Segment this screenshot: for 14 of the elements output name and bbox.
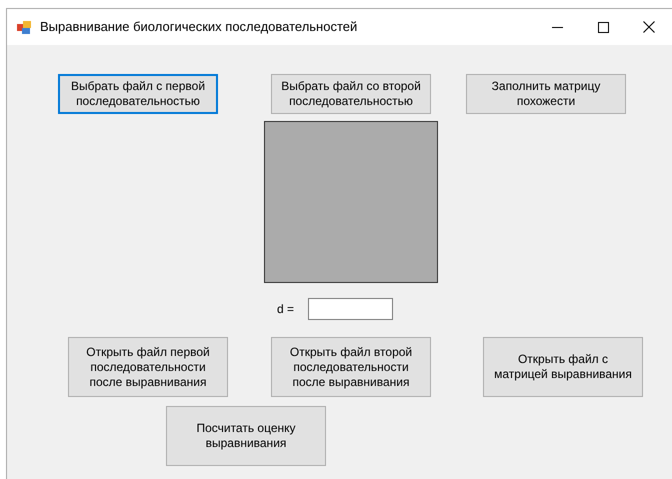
d-label: d = [277,301,294,318]
form-button[interactable]: Заполнить матрицу похожести [466,74,626,114]
close-icon [643,21,655,33]
form-button[interactable]: Открыть файл с матрицей выравнивания [483,337,643,397]
form-button[interactable]: Открыть файл первой последовательности после выравнивания [68,337,228,397]
form-button[interactable]: Открыть файл второй последовательности после выравнивания [271,337,431,397]
maximize-icon [598,22,608,32]
form-button[interactable]: Выбрать файл со второй последовательностью [271,74,431,114]
form-button[interactable]: Посчитать оценку выравнивания [166,406,326,466]
window-title: Выравнивание биологических последовательностей [40,18,358,36]
form-button[interactable]: Выбрать файл с первой последовательностью [58,74,218,114]
minimize-icon [552,26,562,28]
app-icon [16,19,32,35]
d-input-field[interactable] [308,298,394,320]
